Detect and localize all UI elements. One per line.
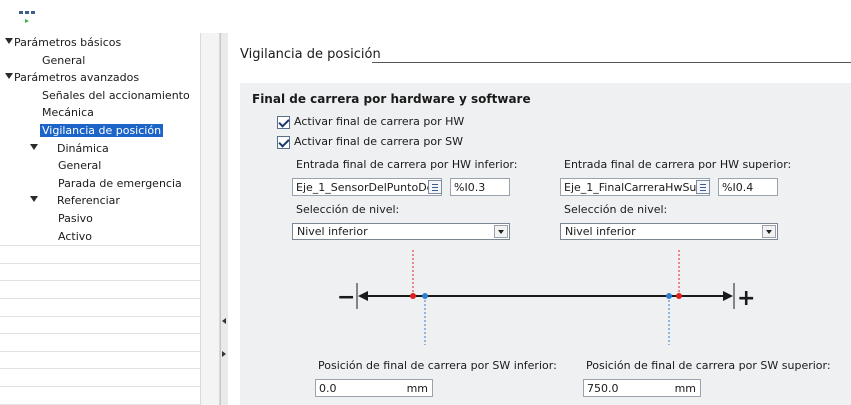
plus-sign: + [737, 286, 755, 311]
minus-sign: − [337, 285, 355, 310]
left-arrowhead [358, 291, 368, 301]
sw-lower-marker [422, 293, 428, 299]
nav-item[interactable]: General [0, 52, 222, 70]
expand-arrow-icon[interactable] [30, 143, 38, 150]
expand-arrow-icon[interactable] [30, 196, 38, 203]
grid-line [0, 245, 200, 247]
grid-line [0, 368, 200, 370]
toolbar [0, 0, 851, 33]
limit-switch-panel: Final de carrera por hardware y software… [240, 83, 851, 405]
nav-item-label: Activo [58, 229, 92, 243]
main-panel: Vigilancia de posición Final de carrera … [229, 33, 851, 405]
grid-line [0, 403, 200, 405]
nav-item[interactable]: Parada de emergencia [0, 175, 222, 193]
grid-line [0, 333, 200, 335]
title-rule [372, 62, 851, 63]
sw-lower-label: Posición de final de carrera por SW infe… [318, 359, 557, 372]
nav-item[interactable]: Dinámica [0, 140, 222, 158]
nav-item-label: Mecánica [42, 106, 94, 120]
nav-item-label: Pasivo [58, 212, 93, 225]
grid-line [0, 350, 200, 352]
sw-upper-label: Posición de final de carrera por SW supe… [586, 359, 831, 372]
nav-item-label: Vigilancia de posición [40, 124, 164, 137]
sw-lower-position-field[interactable]: 0.0 mm [315, 379, 433, 397]
grid-line [0, 315, 200, 317]
nav-item-label: General [58, 159, 102, 173]
nav-item-label: General [42, 53, 86, 67]
sw-upper-marker [666, 293, 672, 299]
grid-line [0, 262, 200, 264]
limit-diagram: − + [337, 250, 755, 345]
sw-upper-unit: mm [674, 382, 696, 395]
splitter[interactable] [220, 33, 228, 405]
section-title: Vigilancia de posición [240, 47, 381, 62]
nav-item[interactable]: Mecánica [0, 104, 222, 122]
nav-item[interactable]: Señales del accionamiento [0, 87, 222, 105]
network-icon[interactable] [18, 9, 36, 25]
nav-item[interactable]: Parámetros básicos [0, 34, 222, 52]
nav-item-label: Dinámica [57, 141, 109, 155]
navigation-tree: Parámetros básicos General Parámetros avan… [0, 33, 222, 405]
nav-item[interactable]: General [0, 157, 222, 175]
nav-item[interactable]: Pasivo [0, 210, 222, 228]
expand-arrow-icon[interactable] [5, 73, 13, 80]
status-column [200, 33, 220, 405]
grid-line [0, 386, 200, 387]
nav-item-label: Referenciar [57, 194, 120, 208]
expand-arrow-icon[interactable] [5, 38, 13, 44]
hw-upper-marker [676, 293, 682, 299]
nav-item[interactable]: Referenciar [0, 192, 222, 210]
hw-lower-marker [410, 293, 416, 299]
grid-line [0, 298, 200, 299]
sw-upper-value: 750.0 [587, 382, 619, 395]
nav-item-label: Parada de emergencia [58, 176, 182, 190]
nav-item-label: Parámetros avanzados [14, 71, 140, 85]
expand-right-icon[interactable] [222, 351, 226, 357]
sw-upper-position-field[interactable]: 750.0 mm [583, 379, 701, 397]
sw-lower-unit: mm [406, 382, 428, 395]
nav-item-label: Parámetros básicos [14, 36, 122, 49]
nav-item-label: Señales del accionamiento [42, 88, 190, 102]
nav-item[interactable]: Activo [0, 228, 222, 246]
collapse-left-icon[interactable] [222, 318, 226, 324]
sw-lower-value: 0.0 [319, 382, 337, 395]
nav-item[interactable]: Vigilancia de posición [0, 122, 222, 140]
right-arrowhead [723, 291, 733, 301]
nav-item[interactable]: Parámetros avanzados [0, 69, 222, 87]
grid-line [0, 280, 200, 282]
